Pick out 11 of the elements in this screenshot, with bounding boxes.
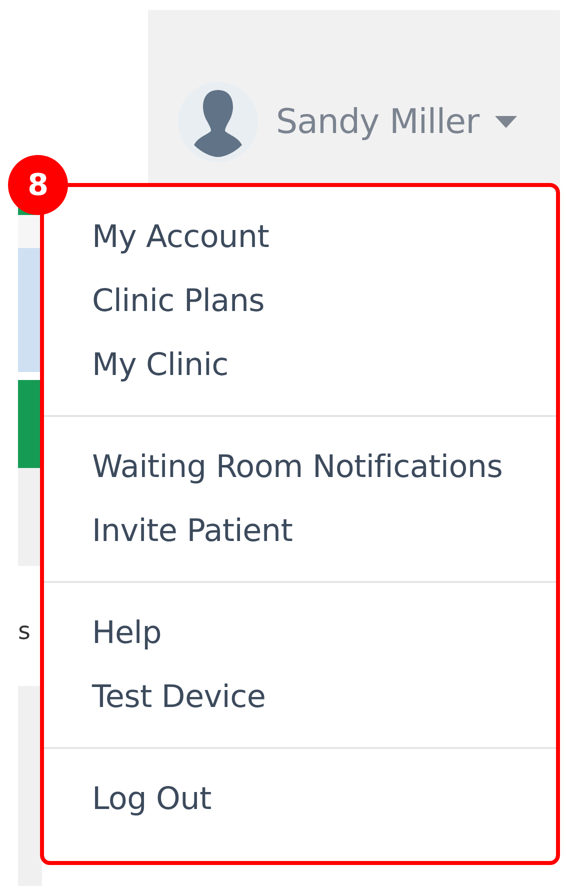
menu-item[interactable]: My Clinic — [44, 333, 556, 397]
menu-item[interactable]: Clinic Plans — [44, 269, 556, 333]
avatar-icon — [178, 82, 258, 162]
callout-badge: 8 — [8, 155, 68, 215]
caret-icon — [495, 116, 518, 128]
menu-item[interactable]: Waiting Room Notifications — [44, 435, 556, 499]
menu-item[interactable]: Log Out — [44, 767, 556, 831]
menu-item[interactable]: Help — [44, 601, 556, 665]
cut-off-text: s — [18, 617, 31, 645]
menu-item[interactable]: Invite Patient — [44, 499, 556, 563]
menu-item[interactable]: Test Device — [44, 665, 556, 729]
